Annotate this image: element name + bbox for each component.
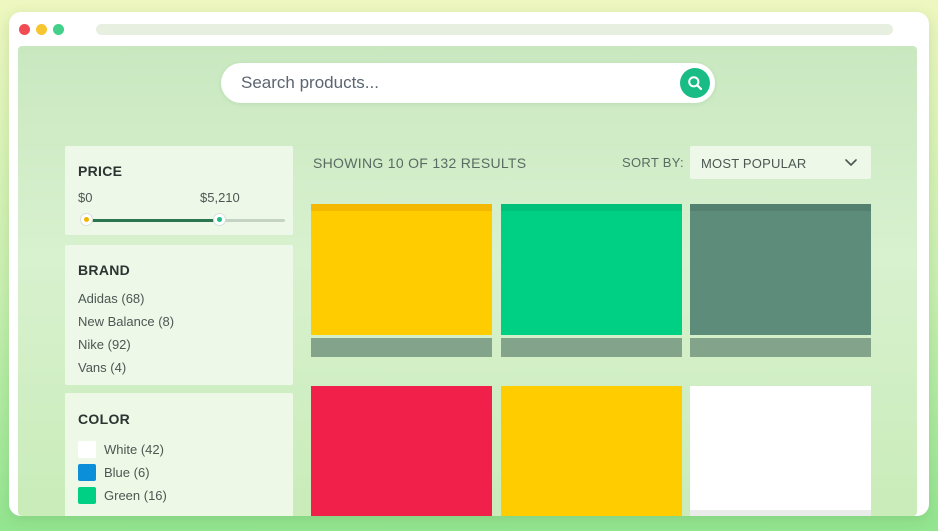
price-slider-min-handle[interactable] [80, 213, 93, 226]
sort-selected-value: MOST POPULAR [701, 156, 807, 171]
product-image[interactable] [690, 204, 871, 335]
price-min-label: $0 [78, 190, 93, 205]
product-image[interactable] [311, 204, 492, 335]
price-max-label: $5,210 [200, 190, 240, 205]
product-image[interactable] [501, 204, 682, 335]
color-list: White (42) Blue (6) Green (16) [78, 438, 167, 507]
color-swatch-white [78, 441, 96, 458]
color-option-blue[interactable]: Blue (6) [78, 461, 167, 484]
brand-option-new-balance[interactable]: New Balance (8) [78, 314, 174, 337]
color-option-green[interactable]: Green (16) [78, 484, 167, 507]
price-slider-track[interactable] [85, 219, 285, 222]
close-window-icon[interactable] [19, 24, 30, 35]
browser-window: PRICE $0 $5,210 BRAND Adidas (68) New Ba… [9, 12, 929, 516]
product-image-band [690, 204, 871, 211]
brand-filter-title: BRAND [78, 262, 131, 278]
search-input[interactable] [241, 63, 661, 103]
results-summary: SHOWING 10 OF 132 RESULTS [313, 155, 527, 171]
product-image-band [501, 204, 682, 211]
product-info-bar [501, 338, 682, 357]
product-image[interactable] [690, 386, 871, 516]
color-option-label: Green (16) [104, 488, 167, 503]
color-option-label: White (42) [104, 442, 164, 457]
brand-option-adidas[interactable]: Adidas (68) [78, 291, 174, 314]
color-option-label: Blue (6) [104, 465, 150, 480]
brand-option-nike[interactable]: Nike (92) [78, 337, 174, 360]
color-swatch-blue [78, 464, 96, 481]
product-info-bar [311, 338, 492, 357]
brand-option-vans[interactable]: Vans (4) [78, 360, 174, 383]
color-option-white[interactable]: White (42) [78, 438, 167, 461]
product-image[interactable] [311, 386, 492, 516]
chevron-down-icon [845, 159, 857, 166]
product-image-band [311, 204, 492, 211]
product-image[interactable] [501, 386, 682, 516]
maximize-window-icon[interactable] [53, 24, 64, 35]
color-swatch-green [78, 487, 96, 504]
brand-list: Adidas (68) New Balance (8) Nike (92) Va… [78, 291, 174, 383]
product-info-bar [690, 338, 871, 357]
color-filter-title: COLOR [78, 411, 131, 427]
sort-by-label: SORT BY: [622, 155, 684, 170]
title-bar [9, 12, 929, 46]
address-bar[interactable] [96, 24, 893, 35]
shop-page: PRICE $0 $5,210 BRAND Adidas (68) New Ba… [18, 46, 917, 516]
price-filter-title: PRICE [78, 163, 123, 179]
price-filter: PRICE $0 $5,210 [65, 146, 293, 235]
sort-dropdown[interactable]: MOST POPULAR [690, 146, 871, 179]
minimize-window-icon[interactable] [36, 24, 47, 35]
search-button[interactable] [680, 68, 710, 98]
brand-filter: BRAND Adidas (68) New Balance (8) Nike (… [65, 245, 293, 385]
price-slider-max-handle[interactable] [213, 213, 226, 226]
search-icon [688, 76, 703, 91]
color-filter: COLOR White (42) Blue (6) Green (16) [65, 393, 293, 516]
search-bar [221, 63, 715, 103]
price-slider-fill [85, 219, 219, 222]
